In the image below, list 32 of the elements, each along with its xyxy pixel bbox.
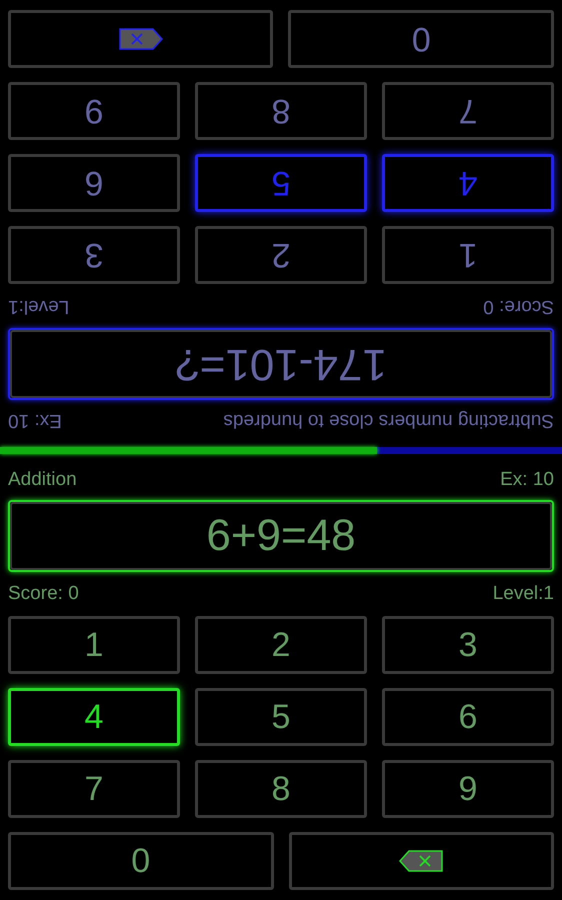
digit-key[interactable]: 3: [8, 226, 180, 284]
digit-key[interactable]: 9: [8, 82, 180, 140]
topic-label: Subtracting numbers close to hundreds: [223, 409, 554, 434]
digit-key[interactable]: 2: [195, 226, 367, 284]
backspace-key[interactable]: [288, 832, 554, 890]
backspace-icon: [118, 28, 163, 50]
score-label: Score: 0: [8, 582, 79, 606]
backspace-icon: [399, 850, 444, 872]
digit-key[interactable]: 2: [195, 616, 367, 674]
level-label: Level:1: [492, 582, 554, 606]
exercise-count: Ex: 10: [8, 409, 62, 434]
digit-key[interactable]: 6: [8, 154, 180, 212]
digit-key[interactable]: 6: [382, 688, 554, 746]
digit-key[interactable]: 8: [195, 82, 367, 140]
digit-key[interactable]: 1: [8, 616, 180, 674]
digit-key[interactable]: 8: [195, 760, 367, 818]
question-display: 6+9=48: [8, 500, 554, 572]
topic-label: Addition: [8, 468, 77, 492]
level-label: Level:1: [8, 295, 70, 320]
digit-key[interactable]: 7: [8, 760, 180, 818]
question-display: 174-101=?: [8, 328, 554, 400]
score-label: Score: 0: [483, 295, 554, 320]
digit-key[interactable]: 4: [8, 688, 180, 746]
digit-key[interactable]: 0: [288, 10, 554, 68]
digit-key[interactable]: 1: [382, 226, 554, 284]
digit-key[interactable]: 3: [382, 616, 554, 674]
backspace-key[interactable]: [8, 10, 274, 68]
digit-key[interactable]: 9: [382, 760, 554, 818]
exercise-count: Ex: 10: [500, 468, 554, 492]
digit-key[interactable]: 5: [195, 688, 367, 746]
digit-key[interactable]: 0: [8, 832, 274, 890]
digit-key[interactable]: 7: [382, 82, 554, 140]
